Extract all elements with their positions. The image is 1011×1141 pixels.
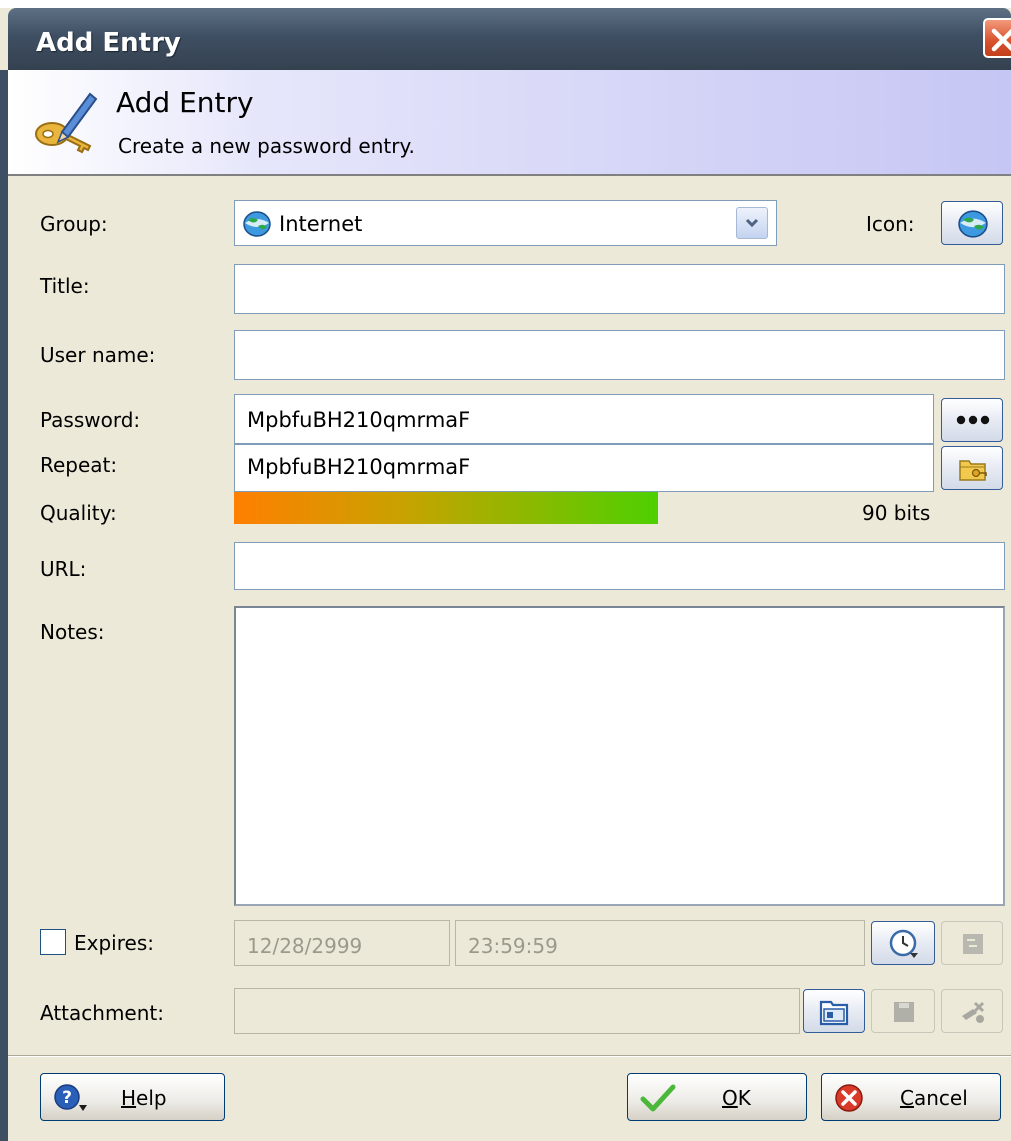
cancel-label: Cancel xyxy=(900,1086,968,1110)
cancel-button[interactable]: Cancel xyxy=(821,1073,1001,1121)
password-label: Password: xyxy=(40,408,141,432)
username-label: User name: xyxy=(40,343,156,367)
chevron-down-icon xyxy=(745,218,759,228)
key-pencil-icon xyxy=(35,92,98,154)
close-icon xyxy=(991,28,1011,52)
help-icon: ? xyxy=(54,1084,87,1111)
ok-label: OK xyxy=(722,1086,751,1110)
add-entry-dialog: Add Entry Add Entry Create a new passwor… xyxy=(0,0,1011,1141)
help-label: Help xyxy=(121,1086,167,1110)
banner-description: Create a new password entry. xyxy=(118,134,415,158)
clock-icon xyxy=(889,929,918,958)
repeat-field[interactable]: MpbfuBH210qmrmaF xyxy=(234,444,934,492)
window-title: Add Entry xyxy=(36,28,181,58)
username-field[interactable] xyxy=(234,330,1005,380)
quality-label: Quality: xyxy=(40,501,117,525)
quality-bar xyxy=(234,492,658,524)
group-select[interactable]: Internet xyxy=(234,200,777,246)
remove-attachment-icon xyxy=(962,1001,985,1023)
save-attachment-button[interactable] xyxy=(871,989,935,1033)
url-label: URL: xyxy=(40,557,87,581)
toggle-password-button[interactable] xyxy=(941,398,1003,442)
cancel-icon xyxy=(835,1084,863,1112)
url-field[interactable] xyxy=(234,542,1005,590)
icon-picker-button[interactable] xyxy=(941,201,1003,245)
notes-label: Notes: xyxy=(40,620,105,644)
svg-text:?: ? xyxy=(62,1088,72,1108)
help-button[interactable]: ? Help xyxy=(40,1073,225,1121)
password-generator-button[interactable] xyxy=(941,446,1003,490)
banner-title: Add Entry xyxy=(116,86,254,119)
expires-checkbox[interactable] xyxy=(40,929,66,955)
expires-time-value: 23:59:59 xyxy=(468,934,558,958)
remove-attachment-button[interactable] xyxy=(941,989,1003,1033)
expires-date-value: 12/28/2999 xyxy=(247,934,363,958)
title-field[interactable] xyxy=(234,264,1005,314)
repeat-value: MpbfuBH210qmrmaF xyxy=(247,455,471,479)
check-icon xyxy=(640,1084,676,1112)
expiry-extra-button[interactable] xyxy=(941,921,1003,965)
attachment-label: Attachment: xyxy=(40,1001,164,1025)
calendar-icon xyxy=(963,934,983,954)
globe-icon xyxy=(958,210,988,238)
expiry-presets-button[interactable] xyxy=(871,921,935,965)
expires-label[interactable]: Expires: xyxy=(74,931,154,955)
password-field[interactable]: MpbfuBH210qmrmaF xyxy=(234,394,934,444)
open-file-icon xyxy=(819,1000,849,1026)
notes-textarea[interactable] xyxy=(234,606,1005,906)
title-bar[interactable]: Add Entry xyxy=(8,8,1011,70)
quality-bits: 90 bits xyxy=(862,501,931,525)
window-frame xyxy=(0,70,8,1141)
attach-file-button[interactable] xyxy=(803,989,865,1033)
save-icon xyxy=(894,1002,914,1022)
repeat-label: Repeat: xyxy=(40,453,118,477)
group-label: Group: xyxy=(40,212,108,236)
expires-date-field[interactable]: 12/28/2999 xyxy=(234,920,450,966)
dots-icon xyxy=(956,415,990,425)
attachment-field[interactable] xyxy=(234,988,800,1034)
globe-icon xyxy=(243,211,271,237)
footer-separator xyxy=(8,1055,1011,1057)
password-value: MpbfuBH210qmrmaF xyxy=(247,408,471,432)
group-value: Internet xyxy=(279,212,363,236)
group-dropdown-button[interactable] xyxy=(736,207,768,239)
title-label: Title: xyxy=(40,274,90,298)
ok-button[interactable]: OK xyxy=(627,1073,807,1121)
close-button[interactable] xyxy=(983,18,1011,58)
folder-key-icon xyxy=(959,460,987,481)
screen-edge xyxy=(0,0,1011,8)
expires-time-field[interactable]: 23:59:59 xyxy=(455,920,865,966)
header-banner: Add Entry xyxy=(8,70,1011,176)
icon-label: Icon: xyxy=(866,212,915,236)
